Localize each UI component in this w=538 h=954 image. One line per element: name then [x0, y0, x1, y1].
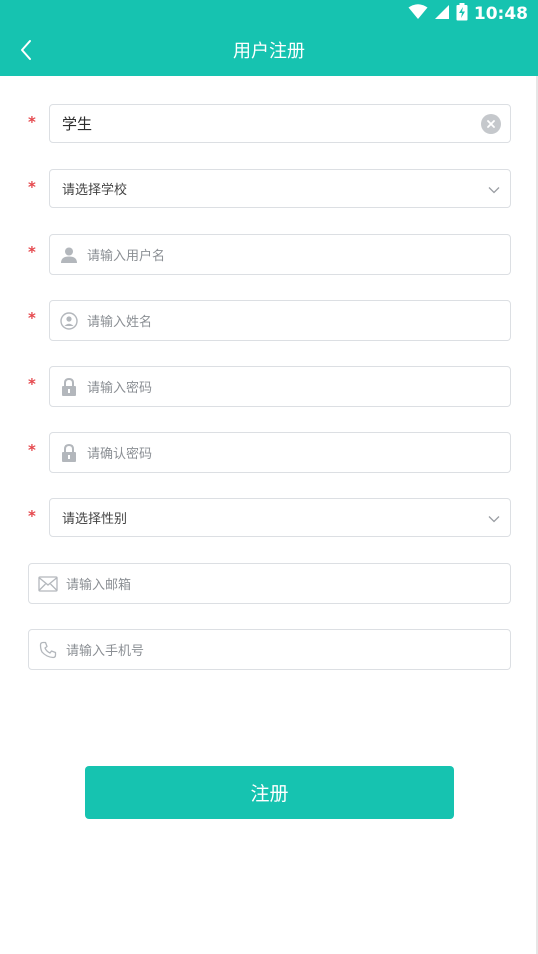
mail-icon [38, 575, 58, 592]
password-field[interactable]: 请输入密码 [49, 366, 511, 407]
chevron-down-icon [488, 179, 500, 198]
required-mark: * [28, 375, 36, 393]
phone-placeholder: 请输入手机号 [66, 644, 145, 659]
required-mark: * [28, 178, 36, 196]
lock-icon [60, 377, 78, 396]
required-mark: * [28, 243, 36, 261]
gender-select[interactable]: 请选择性别 [49, 498, 511, 537]
gender-select-label: 请选择性别 [62, 512, 128, 527]
status-icons: 10:48 [408, 3, 528, 25]
phone-icon [38, 641, 58, 659]
identity-field[interactable]: 学生 [49, 104, 511, 143]
lock-icon [60, 443, 78, 462]
required-mark: * [28, 309, 36, 327]
email-placeholder: 请输入邮箱 [66, 578, 132, 593]
clear-button[interactable] [481, 113, 501, 134]
identity-value: 学生 [62, 115, 93, 133]
chevron-down-icon [488, 508, 500, 527]
battery-charging-icon [456, 3, 468, 25]
user-icon [60, 247, 78, 263]
chevron-left-icon [19, 39, 33, 65]
status-bar: 10:48 [0, 0, 538, 28]
phone-field[interactable]: 请输入手机号 [28, 629, 511, 670]
required-mark: * [28, 441, 36, 459]
confirm-password-field[interactable]: 请确认密码 [49, 432, 511, 473]
email-field[interactable]: 请输入邮箱 [28, 563, 511, 604]
status-time: 10:48 [473, 4, 528, 24]
school-select-label: 请选择学校 [62, 183, 128, 198]
school-select[interactable]: 请选择学校 [49, 169, 511, 208]
back-button[interactable] [8, 34, 44, 70]
cell-signal-icon [434, 4, 450, 24]
wifi-icon [408, 4, 428, 24]
confirm-password-placeholder: 请确认密码 [87, 447, 153, 462]
user-circle-icon [60, 311, 78, 330]
name-field[interactable]: 请输入姓名 [49, 300, 511, 341]
register-button[interactable]: 注册 [85, 766, 454, 819]
password-placeholder: 请输入密码 [87, 381, 153, 396]
page-title: 用户注册 [233, 41, 305, 62]
username-field[interactable]: 请输入用户名 [49, 234, 511, 275]
app-bar: 用户注册 [0, 28, 538, 76]
required-mark: * [28, 113, 36, 131]
required-mark: * [28, 507, 36, 525]
username-placeholder: 请输入用户名 [87, 249, 166, 264]
clear-icon [486, 114, 496, 133]
name-placeholder: 请输入姓名 [87, 315, 153, 330]
